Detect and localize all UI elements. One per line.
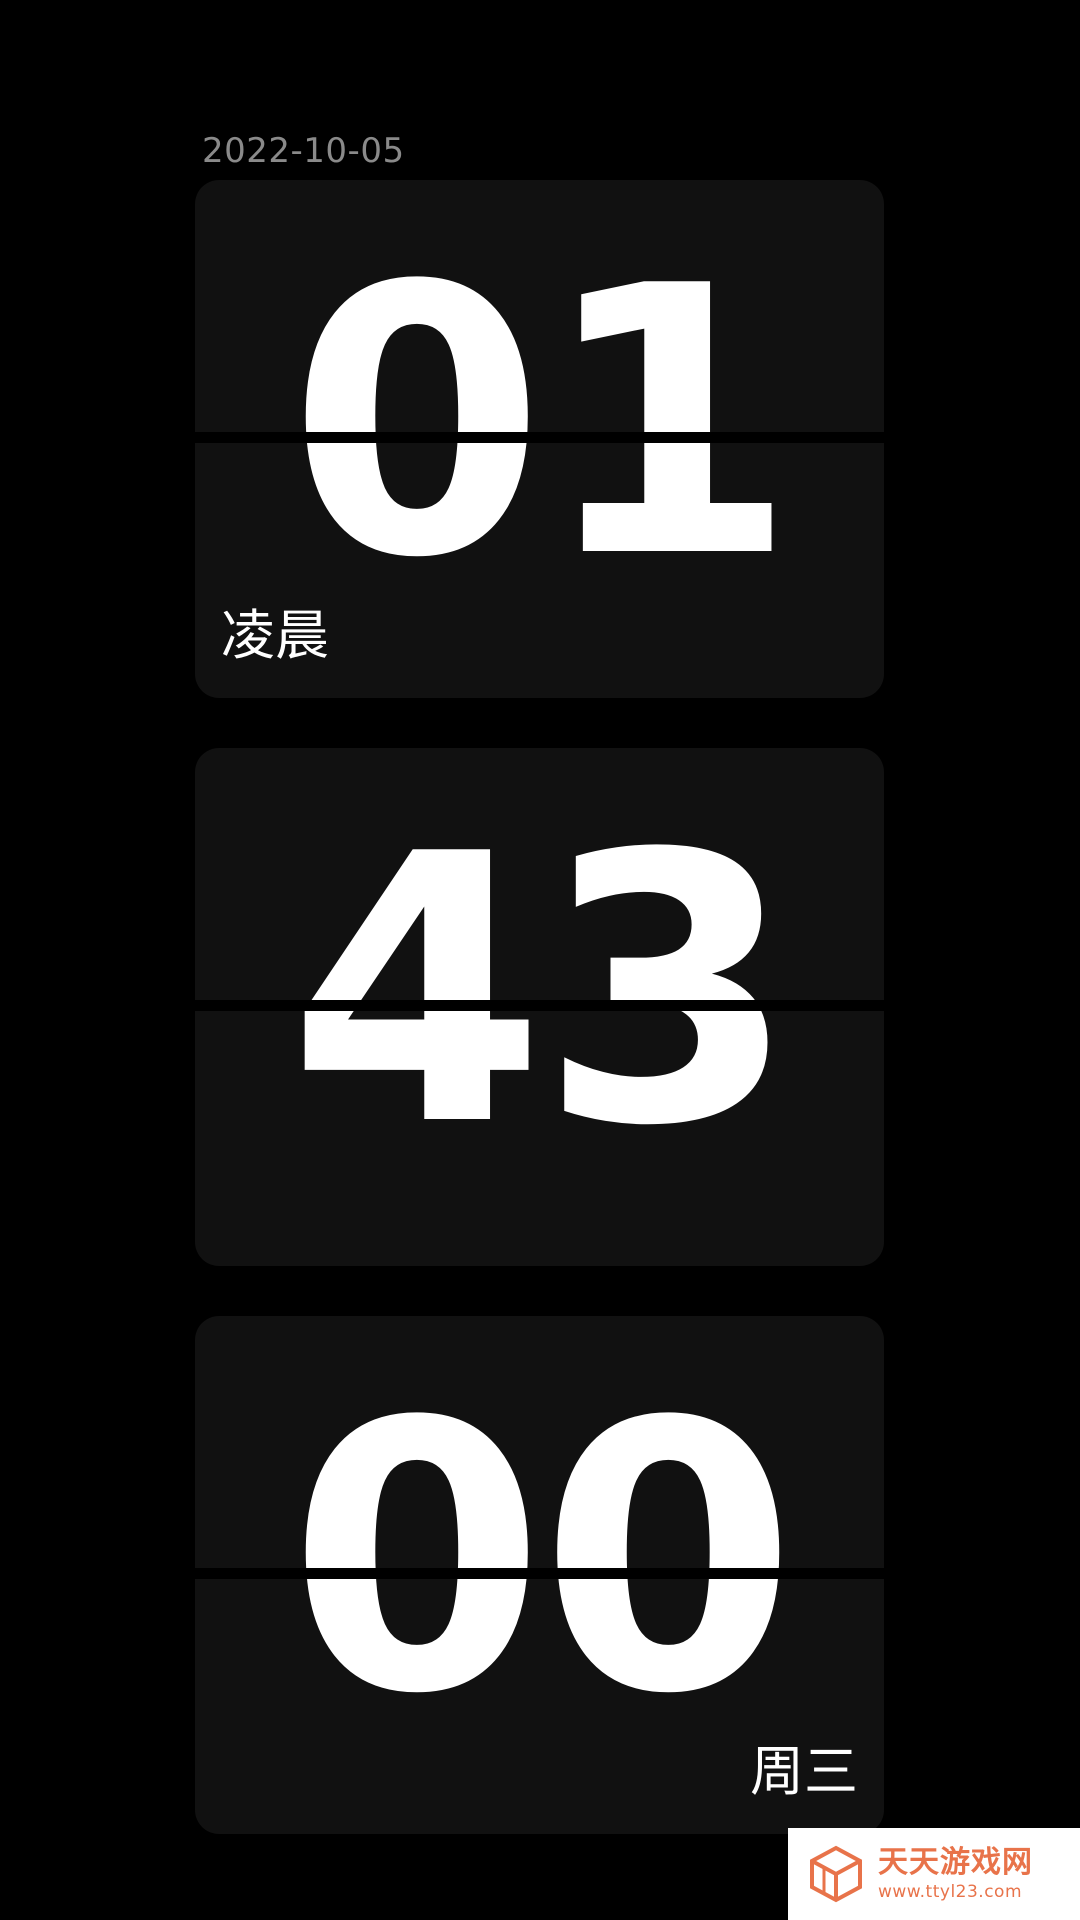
site-watermark: 天天游戏网 www.ttyl23.com (788, 1828, 1080, 1920)
flip-divider (195, 1000, 884, 1011)
watermark-title: 天天游戏网 (878, 1845, 1033, 1880)
watermark-url: www.ttyl23.com (878, 1882, 1023, 1902)
hour-flip-card: 01 凌晨 (195, 180, 884, 698)
weekday-label: 周三 (750, 1740, 858, 1803)
second-flip-card: 00 周三 (195, 1316, 884, 1834)
flip-divider (195, 1568, 884, 1579)
flip-divider (195, 432, 884, 443)
minute-flip-card: 43 (195, 748, 884, 1266)
date-label: 2022-10-05 (202, 131, 405, 171)
period-label: 凌晨 (221, 604, 329, 667)
cube-logo-icon (810, 1845, 862, 1903)
